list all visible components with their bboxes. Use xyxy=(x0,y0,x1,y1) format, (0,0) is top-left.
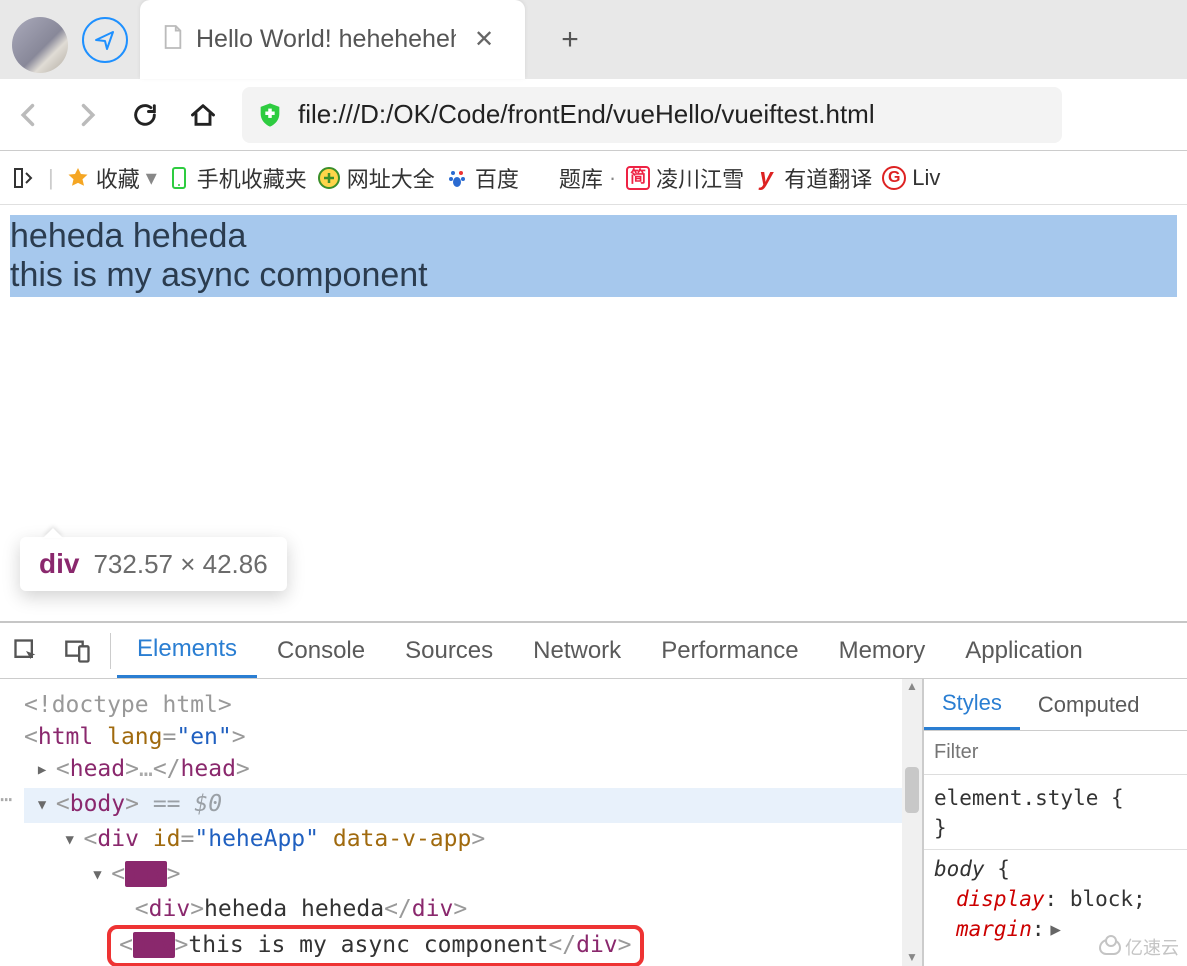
bookmarks-bar: | 收藏 ▾ 手机收藏夹 网址大全 百度 题库 · 简 凌川江雪 y 有道翻译 … xyxy=(0,151,1187,205)
reload-button[interactable] xyxy=(126,96,164,134)
home-button[interactable] xyxy=(184,96,222,134)
styles-filter[interactable] xyxy=(924,731,1187,775)
page-text-line-2: this is my async component xyxy=(10,256,1177,295)
bookmark-youdao[interactable]: y 有道翻译 xyxy=(754,162,872,194)
bookmark-mobile[interactable]: 手机收藏夹 xyxy=(167,162,307,194)
device-toggle-icon[interactable] xyxy=(58,631,98,671)
watermark: 亿速云 xyxy=(1099,934,1179,960)
back-button[interactable] xyxy=(10,96,48,134)
plus-circle-icon xyxy=(317,166,341,190)
dom-tree[interactable]: <!doctype html> <html lang="en"> <head>…… xyxy=(0,679,902,966)
shield-icon xyxy=(256,101,284,129)
favorites-button[interactable]: 收藏 ▾ xyxy=(66,162,157,194)
bookmark-sites[interactable]: 网址大全 xyxy=(317,162,435,194)
devtools-tab-console[interactable]: Console xyxy=(257,623,385,678)
devtools-tabs: Elements Console Sources Network Perform… xyxy=(0,623,1187,679)
inspect-icon[interactable] xyxy=(6,631,46,671)
new-tab-button[interactable]: + xyxy=(555,25,585,55)
devtools-panel: Elements Console Sources Network Perform… xyxy=(0,621,1187,966)
browser-tabstrip: Hello World! heheheheh ✕ + xyxy=(0,0,1187,79)
cloud-icon xyxy=(1099,939,1121,955)
devtools-tab-network[interactable]: Network xyxy=(513,623,641,678)
page-content: heheda heheda this is my async component… xyxy=(0,205,1187,617)
star-icon xyxy=(66,166,90,190)
dom-scrollbar[interactable]: ▲▼ xyxy=(902,679,922,966)
forward-button[interactable] xyxy=(68,96,106,134)
tab-title: Hello World! heheheheh xyxy=(196,25,456,54)
styles-tab[interactable]: Styles xyxy=(924,679,1020,730)
bookmark-lingchuan[interactable]: 简 凌川江雪 xyxy=(626,162,744,194)
jian-icon: 简 xyxy=(626,166,650,190)
bookmark-tiku[interactable]: 题库 · xyxy=(529,162,616,194)
address-bar[interactable]: file:///D:/OK/Code/frontEnd/vueHello/vue… xyxy=(242,87,1062,143)
chevron-down-icon: ▾ xyxy=(146,165,157,191)
devtools-body: <!doctype html> <html lang="en"> <head>…… xyxy=(0,679,1187,966)
sidebar-toggle-icon[interactable] xyxy=(12,166,36,190)
profile-avatar[interactable] xyxy=(12,17,68,73)
bookmark-liv[interactable]: G Liv xyxy=(882,165,940,191)
inspect-highlight: heheda heheda this is my async component xyxy=(10,215,1177,297)
phone-icon xyxy=(167,166,191,190)
tab-close-icon[interactable]: ✕ xyxy=(474,25,494,54)
computed-tab[interactable]: Computed xyxy=(1020,679,1158,730)
devtools-tab-performance[interactable]: Performance xyxy=(641,623,818,678)
devtools-tab-elements[interactable]: Elements xyxy=(117,623,257,678)
bookmark-baidu[interactable]: 百度 xyxy=(445,162,519,194)
browser-tab-active[interactable]: Hello World! heheheheh ✕ xyxy=(140,0,525,79)
element-tooltip: div 732.57 × 42.86 xyxy=(20,537,287,591)
url-text: file:///D:/OK/Code/frontEnd/vueHello/vue… xyxy=(298,99,875,130)
devtools-tab-memory[interactable]: Memory xyxy=(819,623,946,678)
styles-filter-input[interactable] xyxy=(934,741,1177,764)
tooltip-dimensions: 732.57 × 42.86 xyxy=(93,549,267,580)
address-bar-row: file:///D:/OK/Code/frontEnd/vueHello/vue… xyxy=(0,79,1187,151)
page-text-line-1: heheda heheda xyxy=(10,217,1177,256)
g-icon: G xyxy=(882,166,906,190)
tooltip-tag: div xyxy=(39,548,79,580)
paw-icon xyxy=(445,166,469,190)
styles-pane: Styles Computed element.style { } body {… xyxy=(922,679,1187,966)
crescent-icon xyxy=(529,166,553,190)
y-icon: y xyxy=(754,166,778,190)
compass-icon[interactable] xyxy=(82,17,128,63)
dom-highlighted-row: <div>this is my async component</div> xyxy=(107,925,643,966)
file-icon xyxy=(162,24,184,55)
devtools-tab-sources[interactable]: Sources xyxy=(385,623,513,678)
devtools-tab-application[interactable]: Application xyxy=(945,623,1102,678)
